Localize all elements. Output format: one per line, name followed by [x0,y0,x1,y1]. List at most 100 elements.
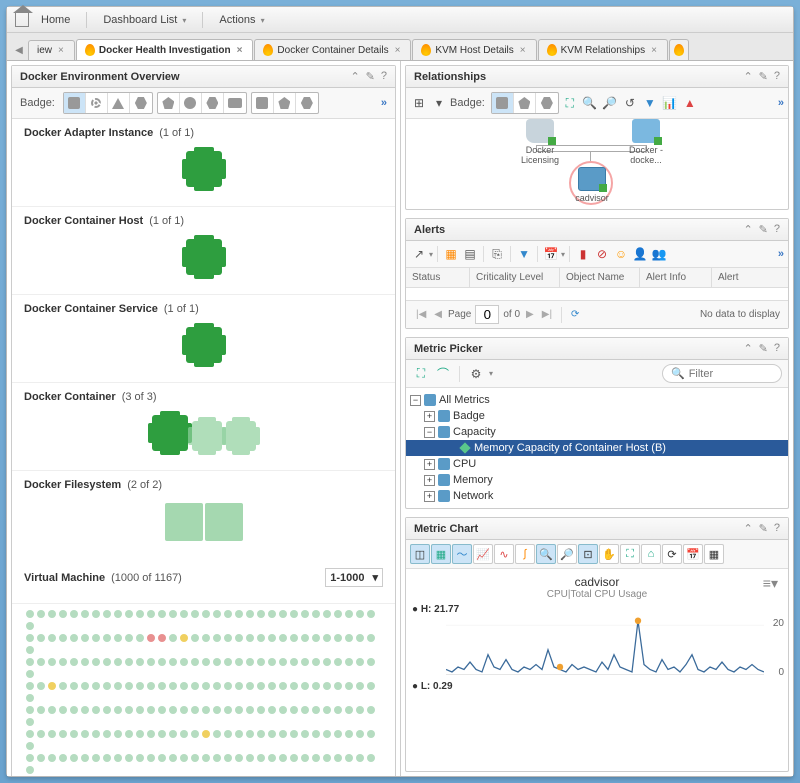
vm-dot[interactable] [246,634,254,642]
vm-dot[interactable] [191,634,199,642]
vm-dot[interactable] [158,658,166,666]
page-input[interactable] [475,305,499,324]
vm-dot[interactable] [367,682,375,690]
vm-dot[interactable] [301,706,309,714]
vm-dot[interactable] [26,610,34,618]
vm-dot[interactable] [334,754,342,762]
vm-dot[interactable] [103,730,111,738]
vm-dot[interactable] [92,706,100,714]
vm-dot[interactable] [125,610,133,618]
vm-dot[interactable] [301,610,309,618]
edit-icon[interactable]: ✎ [759,522,768,535]
edit-icon[interactable]: ✎ [759,223,768,236]
chart-stack-icon[interactable]: ▦ [431,544,451,564]
vm-dot[interactable] [279,730,287,738]
vm-dot[interactable] [356,706,364,714]
vm-dot[interactable] [312,610,320,618]
vm-dot[interactable] [202,730,210,738]
vm-dot[interactable] [59,658,67,666]
vm-dot[interactable] [81,706,89,714]
vm-dot[interactable] [345,682,353,690]
vm-dot[interactable] [147,610,155,618]
badge-5[interactable] [158,93,180,113]
collapse-all-icon[interactable]: ⌒ [434,365,452,383]
tree-cpu[interactable]: +CPU [406,456,788,472]
chart-dt-icon[interactable]: ∫ [515,544,535,564]
vm-dot[interactable] [180,634,188,642]
vm-dot[interactable] [257,682,265,690]
vm-dot[interactable] [48,610,56,618]
vm-dot[interactable] [191,610,199,618]
vm-dot[interactable] [246,658,254,666]
gear-icon[interactable]: ⚙ [467,365,485,383]
chart-fit-icon[interactable]: ⊡ [578,544,598,564]
vm-dot[interactable] [235,754,243,762]
vm-dot[interactable] [70,658,78,666]
vm-dot[interactable] [345,634,353,642]
badge-risk[interactable] [514,93,536,113]
chart-anomaly-icon[interactable]: ∿ [494,544,514,564]
vm-dot[interactable] [213,634,221,642]
expand-icon[interactable]: » [778,248,784,260]
chart-menu-icon[interactable]: ≡▾ [763,575,778,592]
vm-dot[interactable] [81,754,89,762]
vm-dot[interactable] [37,706,45,714]
vm-dot[interactable] [136,706,144,714]
fs-block[interactable] [165,503,203,541]
vm-dot[interactable] [235,706,243,714]
vm-dot[interactable] [136,610,144,618]
vm-dot[interactable] [125,634,133,642]
vm-dot[interactable] [125,658,133,666]
vm-dot[interactable] [180,730,188,738]
fit-icon[interactable]: ⛶ [561,94,579,112]
vm-dot[interactable] [312,754,320,762]
vm-dot[interactable] [191,754,199,762]
vm-dot[interactable] [323,706,331,714]
vm-dot[interactable] [147,658,155,666]
vm-dot[interactable] [103,682,111,690]
vm-dot[interactable] [290,682,298,690]
cancel-icon[interactable]: ⊘ [593,245,611,263]
vm-dot[interactable] [125,682,133,690]
vm-dot[interactable] [103,754,111,762]
vm-dot[interactable] [235,610,243,618]
vm-dot[interactable] [224,610,232,618]
vm-dot[interactable] [48,634,56,642]
vm-dot[interactable] [312,658,320,666]
filter-input[interactable] [689,368,769,380]
rss-icon[interactable]: ▦ [442,245,460,263]
toggle-icon[interactable]: + [424,411,435,422]
vm-dot[interactable] [26,742,34,750]
vm-dot[interactable] [246,730,254,738]
menu-dashboard-list[interactable]: Dashboard List ▾ [95,12,194,28]
vm-dot[interactable] [312,706,320,714]
vm-dot[interactable] [301,658,309,666]
vm-dot[interactable] [290,610,298,618]
alert-icon[interactable]: ▲ [681,94,699,112]
vm-dot[interactable] [224,730,232,738]
toggle-icon[interactable]: + [424,475,435,486]
vm-dot[interactable] [180,706,188,714]
vm-dot[interactable] [26,646,34,654]
help-icon[interactable]: ? [774,223,780,236]
vm-dot[interactable] [356,754,364,762]
vm-dot[interactable] [213,682,221,690]
vm-dot[interactable] [103,610,111,618]
health-block[interactable] [192,421,222,451]
tree-memory-capacity[interactable]: Memory Capacity of Container Host (B) [406,440,788,456]
badge-risk[interactable] [86,93,108,113]
vm-dot[interactable] [114,658,122,666]
vm-dot[interactable] [114,682,122,690]
assign-icon[interactable]: 👤 [631,245,649,263]
vm-dot[interactable] [136,754,144,762]
vm-dot[interactable] [26,670,34,678]
vm-dot[interactable] [169,730,177,738]
vm-dot[interactable] [169,706,177,714]
vm-dot[interactable] [367,658,375,666]
vm-dot[interactable] [345,658,353,666]
vm-dot[interactable] [59,754,67,762]
health-block[interactable] [186,327,222,363]
vm-dot[interactable] [147,730,155,738]
vm-dot[interactable] [180,658,188,666]
close-icon[interactable]: × [56,45,66,56]
